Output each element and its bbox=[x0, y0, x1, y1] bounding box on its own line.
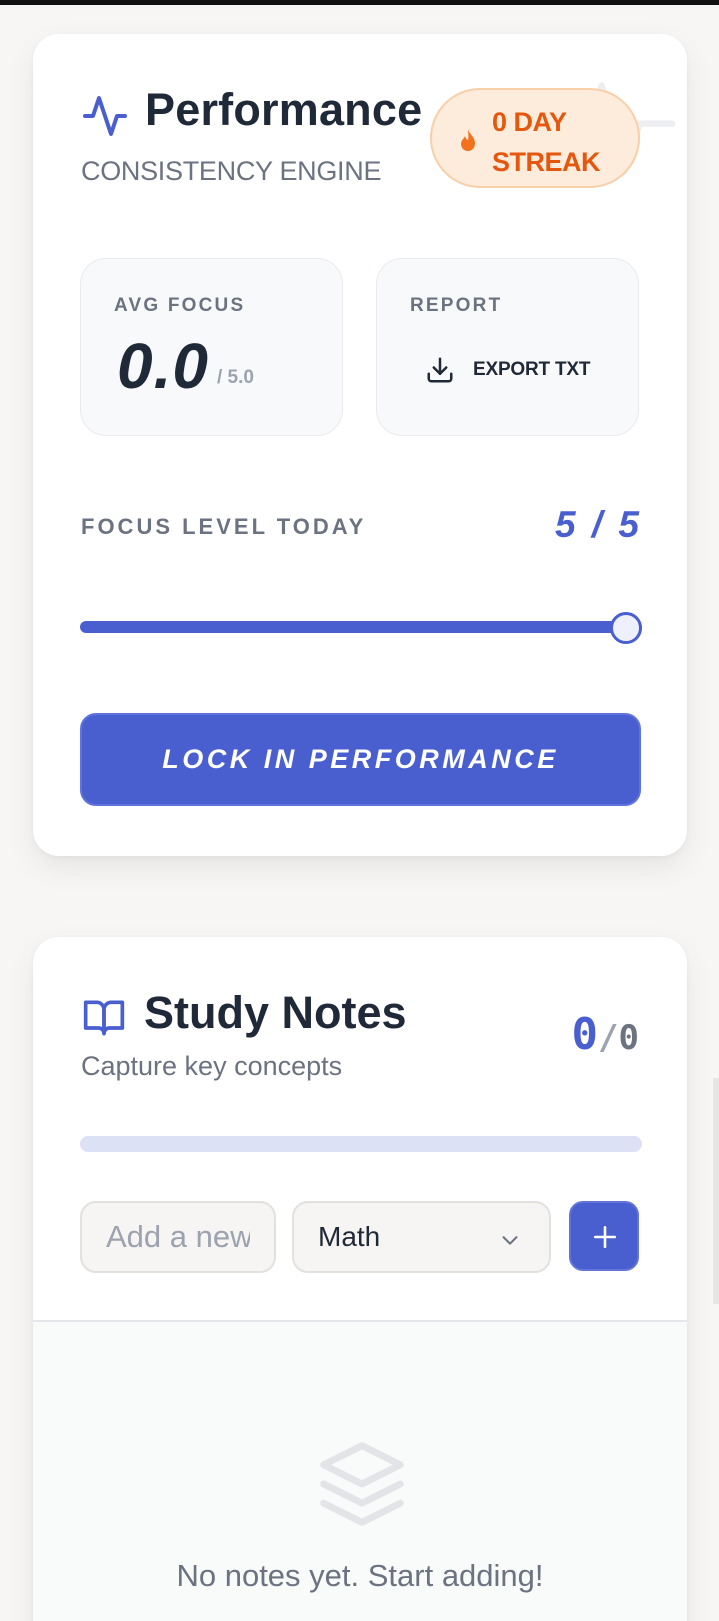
add-note-button[interactable] bbox=[569, 1201, 639, 1271]
notes-count: 0/0 bbox=[572, 1009, 639, 1060]
focus-level-slider[interactable] bbox=[80, 612, 642, 644]
notes-empty-text: No notes yet. Start adding! bbox=[176, 1558, 544, 1593]
slider-track bbox=[80, 621, 642, 633]
new-note-input[interactable] bbox=[80, 1201, 276, 1273]
study-notes-card: Study Notes Capture key concepts 0/0 Mat… bbox=[33, 937, 687, 1621]
streak-text: 0 DAY STREAK bbox=[492, 107, 601, 177]
export-txt-button[interactable]: EXPORT TXT bbox=[425, 355, 590, 385]
focus-level-value: 5 / 5 bbox=[555, 504, 642, 545]
notes-count-total: 0 bbox=[618, 1018, 639, 1058]
plus-icon bbox=[593, 1225, 617, 1249]
study-notes-subtitle: Capture key concepts bbox=[81, 1051, 343, 1081]
notes-count-done: 0 bbox=[571, 1009, 599, 1060]
study-notes-title: Study Notes bbox=[144, 987, 407, 1038]
subject-select-value: Math bbox=[318, 1221, 381, 1252]
performance-subtitle: CONSISTENCY ENGINE bbox=[81, 156, 382, 186]
avg-focus-label: AVG FOCUS bbox=[114, 295, 246, 316]
avg-focus-box: AVG FOCUS 0.0 / 5.0 bbox=[80, 258, 343, 436]
avg-focus-value: 0.0 bbox=[117, 330, 209, 402]
performance-card: Performance CONSISTENCY ENGINE 0 DAY STR… bbox=[33, 34, 687, 856]
avg-focus-max: / 5.0 bbox=[217, 367, 254, 388]
lock-in-performance-button[interactable]: LOCK IN PERFORMANCE bbox=[80, 713, 641, 806]
report-label: REPORT bbox=[410, 295, 503, 316]
book-open-icon bbox=[83, 1000, 125, 1036]
notes-empty-state: No notes yet. Start adding! bbox=[33, 1320, 687, 1621]
focus-level-label: FOCUS LEVEL TODAY bbox=[81, 514, 367, 539]
activity-icon bbox=[83, 96, 127, 136]
chevron-down-icon bbox=[502, 1236, 518, 1245]
top-bar bbox=[0, 0, 719, 5]
slider-thumb[interactable] bbox=[610, 612, 642, 644]
scrollbar[interactable] bbox=[713, 1078, 719, 1304]
layers-icon bbox=[320, 1442, 404, 1526]
download-icon bbox=[427, 357, 453, 383]
flame-icon bbox=[461, 129, 475, 151]
streak-badge: 0 DAY STREAK bbox=[430, 88, 640, 188]
performance-title: Performance bbox=[145, 84, 423, 135]
report-box: REPORT EXPORT TXT bbox=[376, 258, 639, 436]
notes-count-separator: / bbox=[598, 1018, 619, 1058]
export-txt-label: EXPORT TXT bbox=[473, 359, 591, 380]
subject-select[interactable]: Math bbox=[292, 1201, 551, 1273]
notes-progress-bar bbox=[80, 1136, 642, 1152]
